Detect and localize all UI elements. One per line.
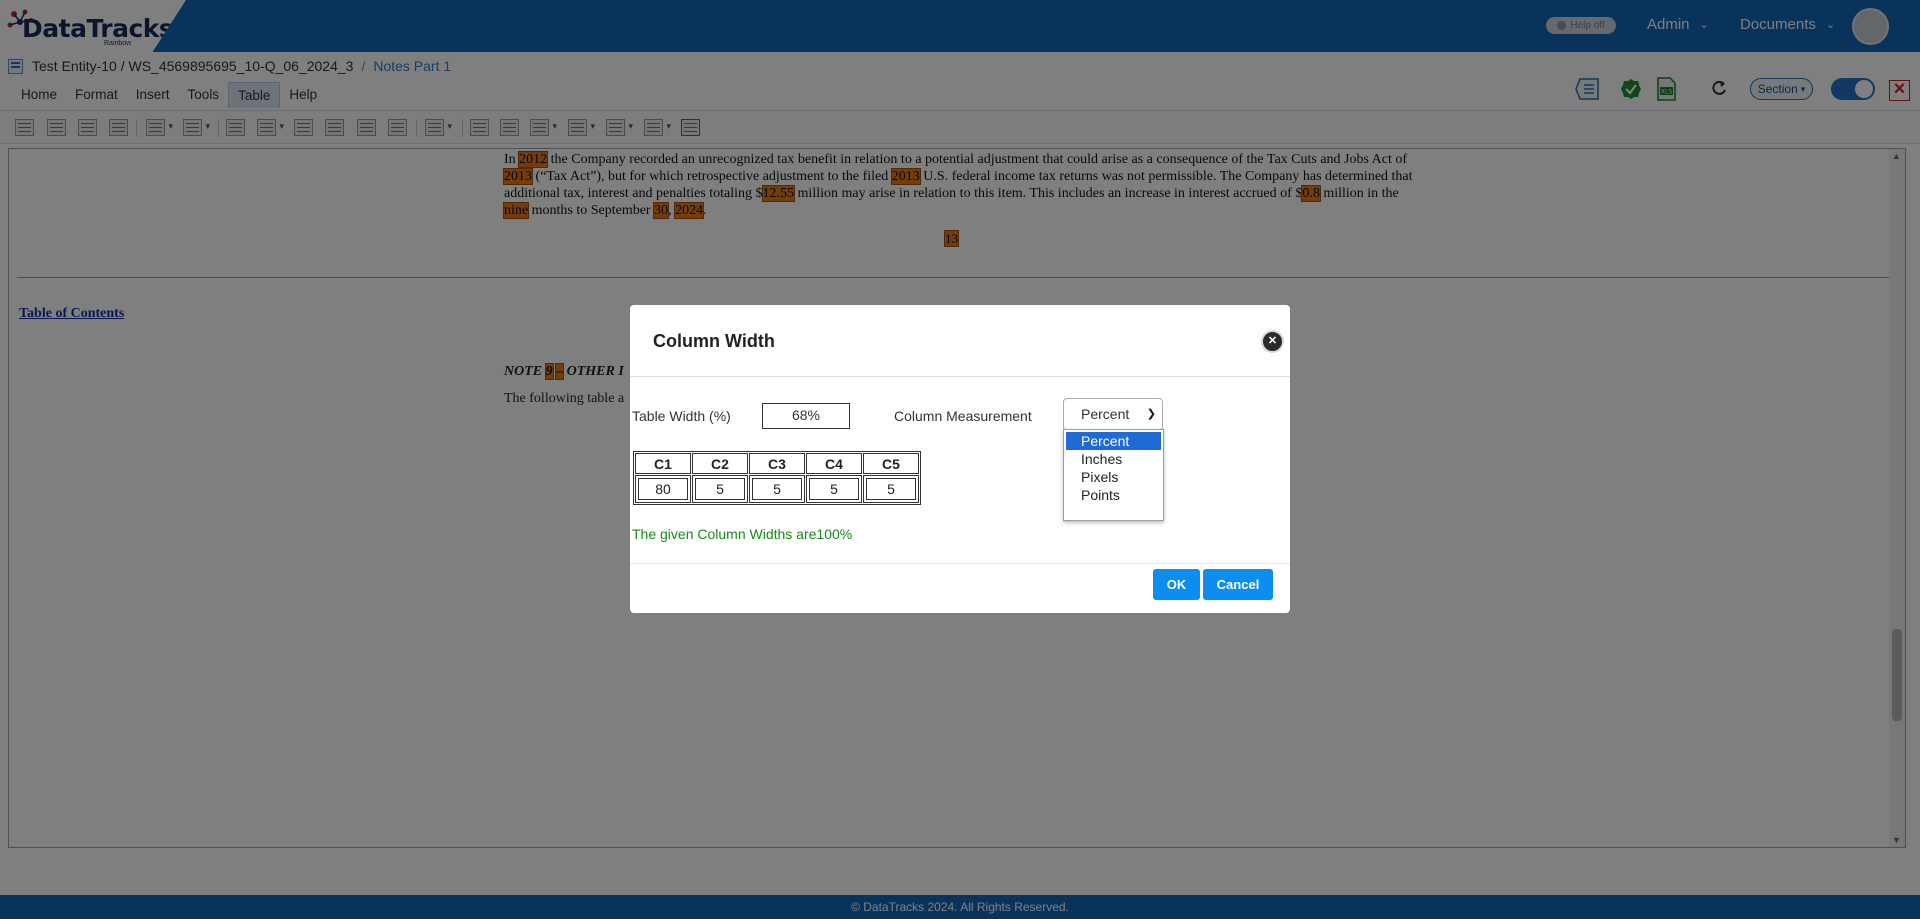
- dialog-title: Column Width: [653, 331, 775, 351]
- column-header: C5: [863, 453, 919, 474]
- column-width-cell: 5: [692, 475, 748, 503]
- column-header: C3: [749, 453, 805, 474]
- dialog-close-icon[interactable]: ✕: [1261, 330, 1284, 353]
- column-width-input-c5[interactable]: 5: [866, 478, 916, 500]
- column-width-cell: 5: [863, 475, 919, 503]
- column-header: C1: [635, 453, 691, 474]
- dialog-header-divider: [630, 376, 1290, 377]
- column-measurement-select[interactable]: Percent ❯: [1063, 398, 1163, 431]
- column-width-input-c1[interactable]: 80: [638, 478, 688, 500]
- column-measurement-label: Column Measurement: [894, 408, 1032, 424]
- validation-message: The given Column Widths are100%: [632, 526, 853, 542]
- column-width-input-c2[interactable]: 5: [695, 478, 745, 500]
- option-points[interactable]: Points: [1064, 486, 1163, 504]
- table-width-input[interactable]: 68%: [762, 403, 850, 429]
- option-percent[interactable]: Percent: [1066, 432, 1161, 450]
- column-width-cell: 80: [635, 475, 691, 503]
- column-header: C2: [692, 453, 748, 474]
- chevron-down-icon: ❯: [1146, 408, 1156, 420]
- measurement-options-list: Percent Inches Pixels Points: [1063, 429, 1164, 521]
- column-width-input-c3[interactable]: 5: [752, 478, 802, 500]
- option-pixels[interactable]: Pixels: [1064, 468, 1163, 486]
- column-header: C4: [806, 453, 862, 474]
- option-inches[interactable]: Inches: [1064, 450, 1163, 468]
- cancel-button[interactable]: Cancel: [1203, 569, 1273, 600]
- column-width-dialog: Column Width ✕ Table Width (%) 68% Colum…: [630, 305, 1290, 613]
- column-width-table: C1 C2 C3 C4 C5 80 5 5 5 5: [633, 451, 921, 505]
- column-width-cell: 5: [749, 475, 805, 503]
- ok-button[interactable]: OK: [1153, 569, 1200, 600]
- measurement-selected-value: Percent: [1081, 406, 1130, 422]
- dialog-footer-divider: [630, 563, 1290, 564]
- column-width-cell: 5: [806, 475, 862, 503]
- table-width-label: Table Width (%): [632, 408, 731, 424]
- column-width-input-c4[interactable]: 5: [809, 478, 859, 500]
